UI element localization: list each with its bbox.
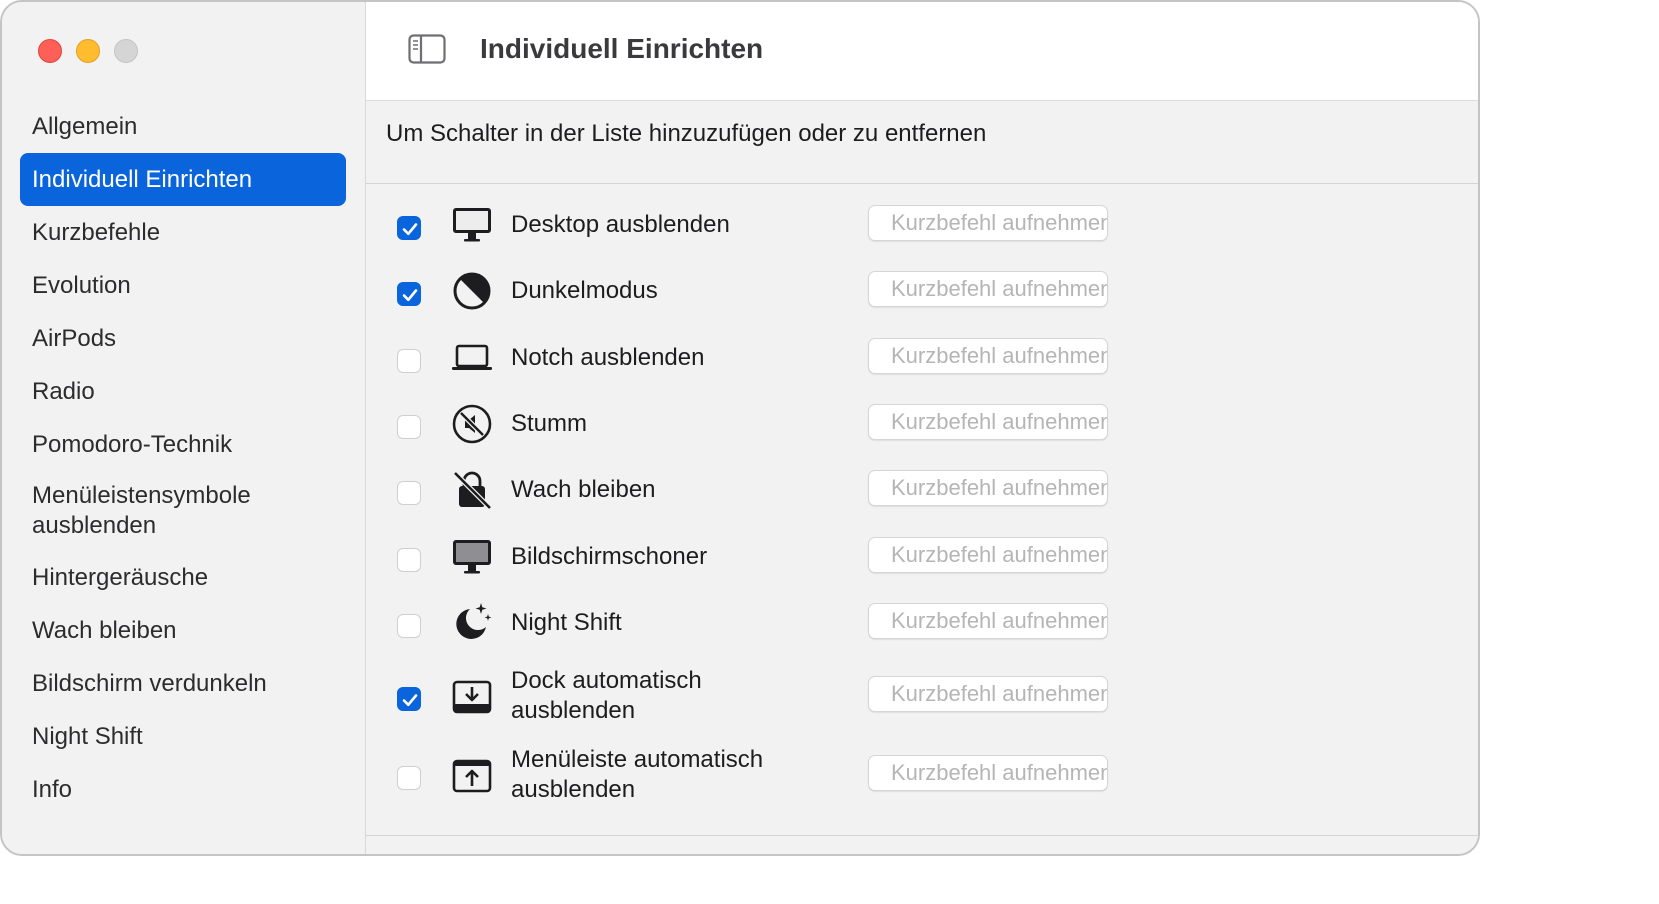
shortcut-recorder[interactable]: Kurzbefehl aufnehmen bbox=[868, 537, 1108, 573]
shortcut-recorder[interactable]: Kurzbefehl aufnehmen bbox=[868, 205, 1108, 241]
sidebar-item-label: Menüleistensymbole ausblenden bbox=[32, 482, 251, 539]
list-item: Dunkelmodus Kurzbefehl aufnehmen bbox=[366, 261, 1478, 321]
main-content: Individuell Einrichten Um Schalter in de… bbox=[366, 2, 1478, 854]
sidebar-item-night-shift[interactable]: Night Shift bbox=[20, 710, 346, 763]
row-label: Notch ausblenden bbox=[511, 344, 705, 371]
row-label: Dock automatisch ausblenden bbox=[511, 667, 702, 724]
shortcut-recorder[interactable]: Kurzbefehl aufnehmen bbox=[868, 676, 1108, 712]
sidebar-item-kurzbefehle[interactable]: Kurzbefehle bbox=[20, 206, 346, 259]
row-checkbox[interactable] bbox=[397, 614, 421, 638]
mute-icon bbox=[450, 402, 494, 446]
screensaver-icon bbox=[450, 535, 494, 579]
list-item: Notch ausblenden Kurzbefehl aufnehmen bbox=[366, 328, 1478, 388]
row-checkbox[interactable] bbox=[397, 216, 421, 240]
row-label: Night Shift bbox=[511, 609, 622, 636]
list-item: Dock automatisch ausblenden Kurzbefehl a… bbox=[366, 666, 1478, 732]
row-label: Wach bleiben bbox=[511, 476, 656, 503]
divider bbox=[366, 183, 1478, 184]
row-label: Bildschirmschoner bbox=[511, 543, 708, 570]
laptop-icon bbox=[450, 336, 494, 380]
row-checkbox[interactable] bbox=[397, 548, 421, 572]
row-checkbox[interactable] bbox=[397, 481, 421, 505]
close-button[interactable] bbox=[38, 39, 62, 63]
divider bbox=[366, 835, 1478, 836]
row-checkbox[interactable] bbox=[397, 687, 421, 711]
sidebar-item-label: Pomodoro-Technik bbox=[32, 431, 233, 458]
zoom-button[interactable] bbox=[114, 39, 138, 63]
keep-awake-icon bbox=[450, 468, 494, 512]
sidebar-item-radio[interactable]: Radio bbox=[20, 365, 346, 418]
row-label: Desktop ausblenden bbox=[511, 211, 730, 238]
sidebar-item-menuleistensymbole[interactable]: Menüleistensymbole ausblenden bbox=[20, 471, 346, 551]
sidebar-item-label: Night Shift bbox=[32, 723, 143, 750]
sidebar-item-label: Allgemein bbox=[32, 113, 138, 140]
dark-mode-icon bbox=[450, 269, 494, 313]
sidebar-toggle-icon[interactable] bbox=[408, 34, 446, 64]
sidebar: Allgemein Individuell Einrichten Kurzbef… bbox=[2, 2, 366, 854]
sidebar-item-pomodoro[interactable]: Pomodoro-Technik bbox=[20, 418, 346, 471]
list-item: Night Shift Kurzbefehl aufnehmen bbox=[366, 593, 1478, 653]
list-item: Bildschirmschoner Kurzbefehl aufnehmen bbox=[366, 527, 1478, 587]
row-checkbox[interactable] bbox=[397, 415, 421, 439]
list-item: Desktop ausblenden Kurzbefehl aufnehmen bbox=[366, 195, 1478, 255]
row-label: Menüleiste automatisch ausblenden bbox=[511, 746, 764, 803]
sidebar-nav: Allgemein Individuell Einrichten Kurzbef… bbox=[20, 100, 346, 816]
sidebar-item-label: Individuell Einrichten bbox=[32, 166, 253, 193]
shortcut-recorder[interactable]: Kurzbefehl aufnehmen bbox=[868, 755, 1108, 791]
row-label: Stumm bbox=[511, 410, 588, 437]
night-shift-icon bbox=[450, 601, 494, 645]
sidebar-item-label: AirPods bbox=[32, 325, 117, 352]
window-controls bbox=[38, 39, 138, 63]
sidebar-item-allgemein[interactable]: Allgemein bbox=[20, 100, 346, 153]
sidebar-item-label: Kurzbefehle bbox=[32, 219, 161, 246]
sidebar-item-wach-bleiben[interactable]: Wach bleiben bbox=[20, 604, 346, 657]
sidebar-item-label: Radio bbox=[32, 378, 95, 405]
app-window: Allgemein Individuell Einrichten Kurzbef… bbox=[0, 0, 1480, 856]
sidebar-item-label: Wach bleiben bbox=[32, 617, 177, 644]
shortcut-recorder[interactable]: Kurzbefehl aufnehmen bbox=[868, 404, 1108, 440]
list-item: Stumm Kurzbefehl aufnehmen bbox=[366, 394, 1478, 454]
shortcut-recorder[interactable]: Kurzbefehl aufnehmen bbox=[868, 271, 1108, 307]
sidebar-item-label: Bildschirm verdunkeln bbox=[32, 670, 267, 697]
dock-hide-icon bbox=[450, 676, 494, 720]
list-item: Menüleiste automatisch ausblenden Kurzbe… bbox=[366, 745, 1478, 811]
sidebar-item-label: Evolution bbox=[32, 272, 131, 299]
sidebar-item-bildschirm-verdunkeln[interactable]: Bildschirm verdunkeln bbox=[20, 657, 346, 710]
shortcut-recorder[interactable]: Kurzbefehl aufnehmen bbox=[868, 470, 1108, 506]
row-label: Dunkelmodus bbox=[511, 277, 658, 304]
sidebar-item-label: Hintergeräusche bbox=[32, 564, 209, 591]
display-icon bbox=[450, 203, 494, 247]
sidebar-item-individuell-einrichten[interactable]: Individuell Einrichten bbox=[20, 153, 346, 206]
shortcut-recorder[interactable]: Kurzbefehl aufnehmen bbox=[868, 338, 1108, 374]
sidebar-item-evolution[interactable]: Evolution bbox=[20, 259, 346, 312]
list-item: Wach bleiben Kurzbefehl aufnehmen bbox=[366, 460, 1478, 520]
minimize-button[interactable] bbox=[76, 39, 100, 63]
shortcut-recorder[interactable]: Kurzbefehl aufnehmen bbox=[868, 603, 1108, 639]
row-checkbox[interactable] bbox=[397, 282, 421, 306]
menubar-hide-icon bbox=[450, 755, 494, 799]
row-checkbox[interactable] bbox=[397, 349, 421, 373]
sidebar-item-label: Info bbox=[32, 776, 73, 803]
page-title: Individuell Einrichten bbox=[480, 33, 764, 64]
sidebar-item-info[interactable]: Info bbox=[20, 763, 346, 816]
sidebar-item-airpods[interactable]: AirPods bbox=[20, 312, 346, 365]
row-checkbox[interactable] bbox=[397, 766, 421, 790]
toolbar: Individuell Einrichten bbox=[366, 2, 1478, 101]
sidebar-item-hintergeraeusche[interactable]: Hintergeräusche bbox=[20, 551, 346, 604]
section-description: Um Schalter in der Liste hinzuzufügen od… bbox=[386, 120, 987, 147]
